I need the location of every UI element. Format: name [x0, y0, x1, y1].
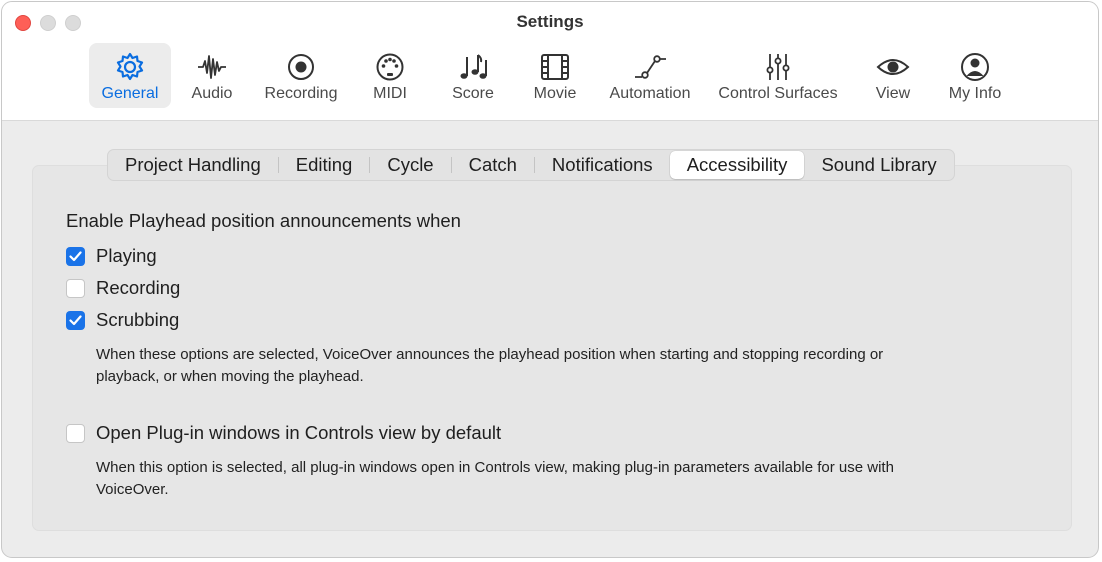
waveform-icon — [198, 55, 226, 79]
scrubbing-option[interactable]: Scrubbing — [66, 309, 179, 331]
toolbar-item-view[interactable]: View — [862, 43, 924, 108]
plugin-description: When this option is selected, all plug-i… — [96, 457, 1056, 501]
record-icon — [288, 54, 314, 80]
tab-accessibility[interactable]: Accessibility — [669, 151, 805, 179]
tab-editing[interactable]: Editing — [279, 151, 370, 179]
checkmark-icon — [69, 250, 82, 261]
playing-option[interactable]: Playing — [66, 245, 157, 267]
toolbar-item-automation[interactable]: Automation — [602, 43, 698, 108]
toolbar-label-automation: Automation — [609, 85, 691, 102]
eye-icon — [876, 59, 910, 75]
recording-checkbox[interactable] — [66, 278, 85, 298]
toolbar-label-audio: Audio — [191, 85, 233, 102]
options-description-line: When these options are selected, VoiceOv… — [96, 346, 884, 363]
toolbar-item-midi[interactable]: MIDI — [361, 43, 419, 108]
toolbar-label-movie: Movie — [533, 85, 577, 102]
toolbar-label-my-info: My Info — [948, 85, 1002, 102]
toolbar-label-score: Score — [452, 85, 494, 102]
checkmark-icon — [69, 314, 82, 325]
gear-icon — [116, 52, 144, 81]
plugin-controls-option[interactable]: Open Plug-in windows in Controls view by… — [66, 422, 501, 444]
toolbar-label-recording: Recording — [264, 85, 338, 102]
scrubbing-checkbox[interactable] — [66, 310, 85, 330]
toolbar-item-control-surfaces[interactable]: Control Surfaces — [710, 43, 846, 108]
toolbar-item-movie[interactable]: Movie — [525, 43, 585, 108]
toolbar-item-audio[interactable]: Audio — [181, 43, 243, 108]
plugin-controls-checkbox[interactable] — [66, 423, 85, 443]
music-notes-icon — [460, 54, 487, 79]
toolbar-label-general: General — [101, 85, 159, 102]
tab-notifications[interactable]: Notifications — [535, 151, 670, 179]
playing-label: Playing — [96, 245, 157, 266]
toolbar-label-control-surfaces: Control Surfaces — [718, 85, 838, 102]
plugin-description-line: When this option is selected, all plug-i… — [96, 459, 894, 476]
toolbar-item-score[interactable]: Score — [442, 43, 504, 108]
automation-curve-icon — [635, 55, 666, 79]
tab-catch[interactable]: Catch — [452, 151, 534, 179]
options-description: When these options are selected, VoiceOv… — [96, 344, 1056, 388]
playing-checkbox[interactable] — [66, 246, 85, 266]
recording-option[interactable]: Recording — [66, 277, 180, 299]
person-icon — [961, 53, 989, 81]
tab-bar: Project Handling Editing Cycle Catch Not… — [107, 149, 955, 181]
film-icon — [541, 54, 569, 80]
settings-window: Settings General Audio Recording MIDI Sc… — [1, 1, 1099, 558]
recording-label: Recording — [96, 277, 181, 298]
tab-project-handling[interactable]: Project Handling — [108, 151, 278, 179]
sliders-icon — [766, 54, 790, 80]
playhead-announcements-heading: Enable Playhead position announcements w… — [66, 210, 461, 231]
options-description-line: playback, or when moving the playhead. — [96, 368, 364, 385]
plugin-description-line: VoiceOver. — [96, 481, 169, 498]
toolbar-item-general[interactable]: General — [89, 43, 171, 108]
tab-cycle[interactable]: Cycle — [370, 151, 450, 179]
toolbar-label-midi: MIDI — [373, 85, 407, 102]
window-title: Settings — [516, 12, 584, 31]
titlebar: Settings General Audio Recording MIDI Sc… — [2, 2, 1098, 121]
midi-icon — [376, 53, 404, 81]
toolbar-item-recording[interactable]: Recording — [255, 43, 347, 108]
toolbar-item-my-info[interactable]: My Info — [940, 43, 1010, 108]
plugin-controls-label: Open Plug-in windows in Controls view by… — [96, 422, 502, 443]
tab-sound-library[interactable]: Sound Library — [804, 151, 953, 179]
toolbar-label-view: View — [875, 85, 911, 102]
scrubbing-label: Scrubbing — [96, 309, 180, 330]
